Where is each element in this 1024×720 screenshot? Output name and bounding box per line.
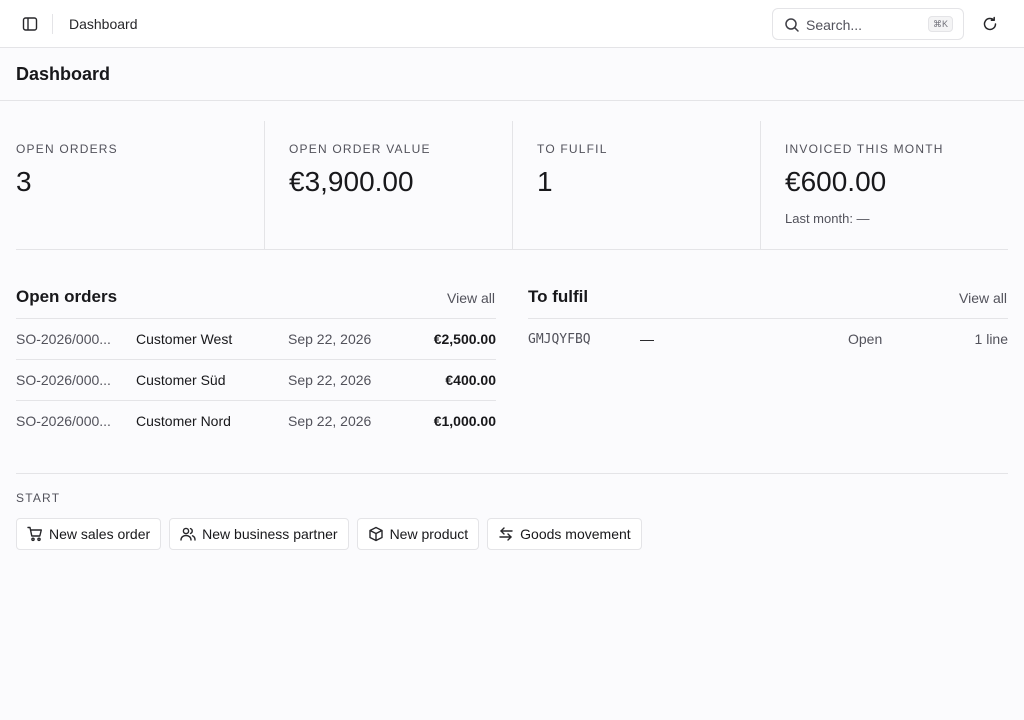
top-bar: Dashboard Search... ⌘K xyxy=(0,0,1024,48)
order-date: Sep 22, 2026 xyxy=(288,372,372,388)
fulfilment-partner: — xyxy=(640,331,654,347)
new-product-button[interactable]: New product xyxy=(356,518,480,550)
users-icon xyxy=(180,527,196,541)
open-orders-view-all-link[interactable]: View all xyxy=(447,290,495,306)
start-section-label: START xyxy=(16,491,61,505)
cart-icon xyxy=(27,526,42,542)
arrows-icon xyxy=(499,527,513,541)
kpi-invoiced-this-month: INVOICED THIS MONTH €600.00 Last month: … xyxy=(760,121,1008,249)
order-number: SO-2026/000... xyxy=(16,372,111,388)
table-row[interactable]: SO-2026/000... Customer West Sep 22, 202… xyxy=(16,319,496,360)
breadcrumb[interactable]: Dashboard xyxy=(69,16,138,32)
order-number: SO-2026/000... xyxy=(16,331,111,347)
order-amount: €1,000.00 xyxy=(433,413,496,429)
search-icon xyxy=(784,17,800,33)
new-sales-order-button[interactable]: New sales order xyxy=(16,518,162,550)
kpi-subtext: Last month: — xyxy=(785,211,870,226)
kpi-open-orders: OPEN ORDERS 3 xyxy=(16,121,264,249)
button-label: New sales order xyxy=(49,526,151,542)
goods-movement-button[interactable]: Goods movement xyxy=(487,518,642,550)
page-title: Dashboard xyxy=(16,64,111,84)
new-business-partner-button[interactable]: New business partner xyxy=(169,518,349,550)
kpi-label: OPEN ORDERS xyxy=(16,142,118,156)
package-icon xyxy=(368,526,383,542)
order-customer: Customer Süd xyxy=(136,372,226,388)
quick-actions: New sales order New business partner New… xyxy=(16,518,642,550)
open-orders-title: Open orders xyxy=(16,287,118,306)
kpi-open-order-value: OPEN ORDER VALUE €3,900.00 xyxy=(264,121,512,249)
fulfilment-status: Open xyxy=(848,331,883,347)
order-amount: €400.00 xyxy=(445,372,496,388)
sidebar-toggle-icon[interactable] xyxy=(20,14,40,34)
kpi-value: €3,900.00 xyxy=(289,166,414,197)
fulfilment-code: GMJQYFBQ xyxy=(528,332,591,347)
divider xyxy=(16,473,1008,474)
order-customer: Customer Nord xyxy=(136,413,231,429)
fulfilment-lines: 1 line xyxy=(974,331,1008,347)
button-label: New product xyxy=(389,526,469,542)
table-row[interactable]: GMJQYFBQ — Open 1 line xyxy=(528,319,1008,360)
order-date: Sep 22, 2026 xyxy=(288,331,372,347)
kpi-strip: OPEN ORDERS 3 OPEN ORDER VALUE €3,900.00… xyxy=(16,121,1008,250)
kpi-label: TO FULFIL xyxy=(537,142,608,156)
table-row[interactable]: SO-2026/000... Customer Süd Sep 22, 2026… xyxy=(16,360,496,401)
button-label: Goods movement xyxy=(520,526,631,542)
kpi-label: INVOICED THIS MONTH xyxy=(785,142,944,156)
table-row[interactable]: SO-2026/000... Customer Nord Sep 22, 202… xyxy=(16,401,496,442)
kpi-label: OPEN ORDER VALUE xyxy=(289,142,431,156)
kpi-value: 3 xyxy=(16,166,32,197)
kpi-to-fulfil: TO FULFIL 1 xyxy=(512,121,760,249)
button-label: New business partner xyxy=(202,526,338,542)
page-header: Dashboard xyxy=(0,48,1024,101)
to-fulfil-view-all-link[interactable]: View all xyxy=(959,290,1007,306)
topbar-divider xyxy=(52,14,53,34)
search-placeholder: Search... xyxy=(806,17,863,33)
order-customer: Customer West xyxy=(136,331,233,347)
kpi-value: €600.00 xyxy=(785,166,887,197)
to-fulfil-title: To fulfil xyxy=(528,287,589,306)
refresh-icon[interactable] xyxy=(980,14,1000,34)
kpi-value: 1 xyxy=(537,166,553,197)
order-amount: €2,500.00 xyxy=(433,331,496,347)
search-shortcut-badge: ⌘K xyxy=(927,16,953,32)
order-date: Sep 22, 2026 xyxy=(288,413,372,429)
order-number: SO-2026/000... xyxy=(16,413,111,429)
search-button[interactable]: Search... ⌘K xyxy=(772,8,964,40)
